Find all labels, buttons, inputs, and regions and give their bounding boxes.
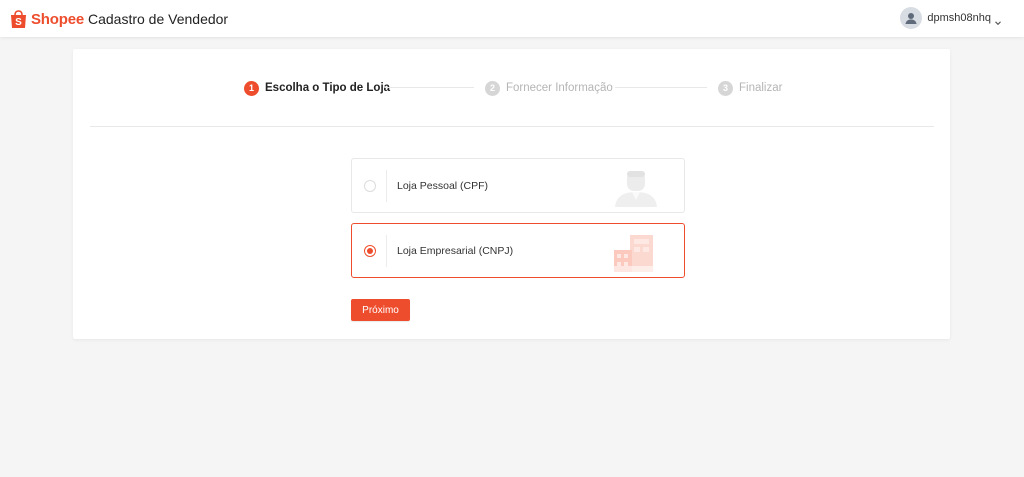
step-number: 2: [485, 80, 500, 96]
portal-title: Cadastro de Vendedor: [87, 11, 229, 27]
person-illustration-icon: [614, 165, 658, 212]
radio-button[interactable]: [364, 245, 376, 257]
step-label: Finalizar: [739, 82, 783, 94]
option-separator: [386, 170, 387, 202]
radio-button[interactable]: [364, 180, 376, 192]
buildings-illustration-icon: [614, 232, 658, 277]
shopee-bag-icon: S: [9, 9, 28, 29]
divider: [90, 126, 934, 127]
brand-name: Shopee: [31, 10, 84, 28]
option-label: Loja Pessoal (CPF): [397, 180, 489, 192]
shopee-logo[interactable]: S Shopee Cadastro de Vendedor: [9, 9, 228, 29]
username: dpmsh08nhq: [927, 12, 991, 24]
step-number: 1: [244, 80, 259, 96]
svg-text:S: S: [15, 17, 22, 28]
step-number: 3: [718, 80, 733, 96]
user-avatar-icon: [900, 7, 923, 29]
step-3: 3 Finalizar: [718, 79, 782, 97]
registration-card: 1 Escolha o Tipo de Loja 2 Fornecer Info…: [73, 49, 950, 339]
step-connector: [385, 87, 474, 88]
step-label: Fornecer Informação: [506, 82, 613, 94]
step-1: 1 Escolha o Tipo de Loja: [244, 79, 390, 97]
step-connector: [615, 87, 707, 88]
user-menu[interactable]: dpmsh08nhq: [900, 7, 1002, 29]
option-label: Loja Empresarial (CNPJ): [397, 245, 514, 257]
option-personal-shop[interactable]: Loja Pessoal (CPF): [351, 158, 685, 213]
chevron-down-icon: [994, 14, 1002, 26]
next-button[interactable]: Próximo: [351, 299, 410, 321]
option-separator: [386, 235, 387, 267]
option-business-shop[interactable]: Loja Empresarial (CNPJ): [351, 223, 685, 278]
step-label: Escolha o Tipo de Loja: [265, 82, 391, 94]
progress-stepper: 1 Escolha o Tipo de Loja 2 Fornecer Info…: [73, 79, 950, 97]
step-2: 2 Fornecer Informação: [485, 79, 613, 97]
top-navigation-bar: S Shopee Cadastro de Vendedor dpmsh08nhq: [0, 0, 1024, 37]
